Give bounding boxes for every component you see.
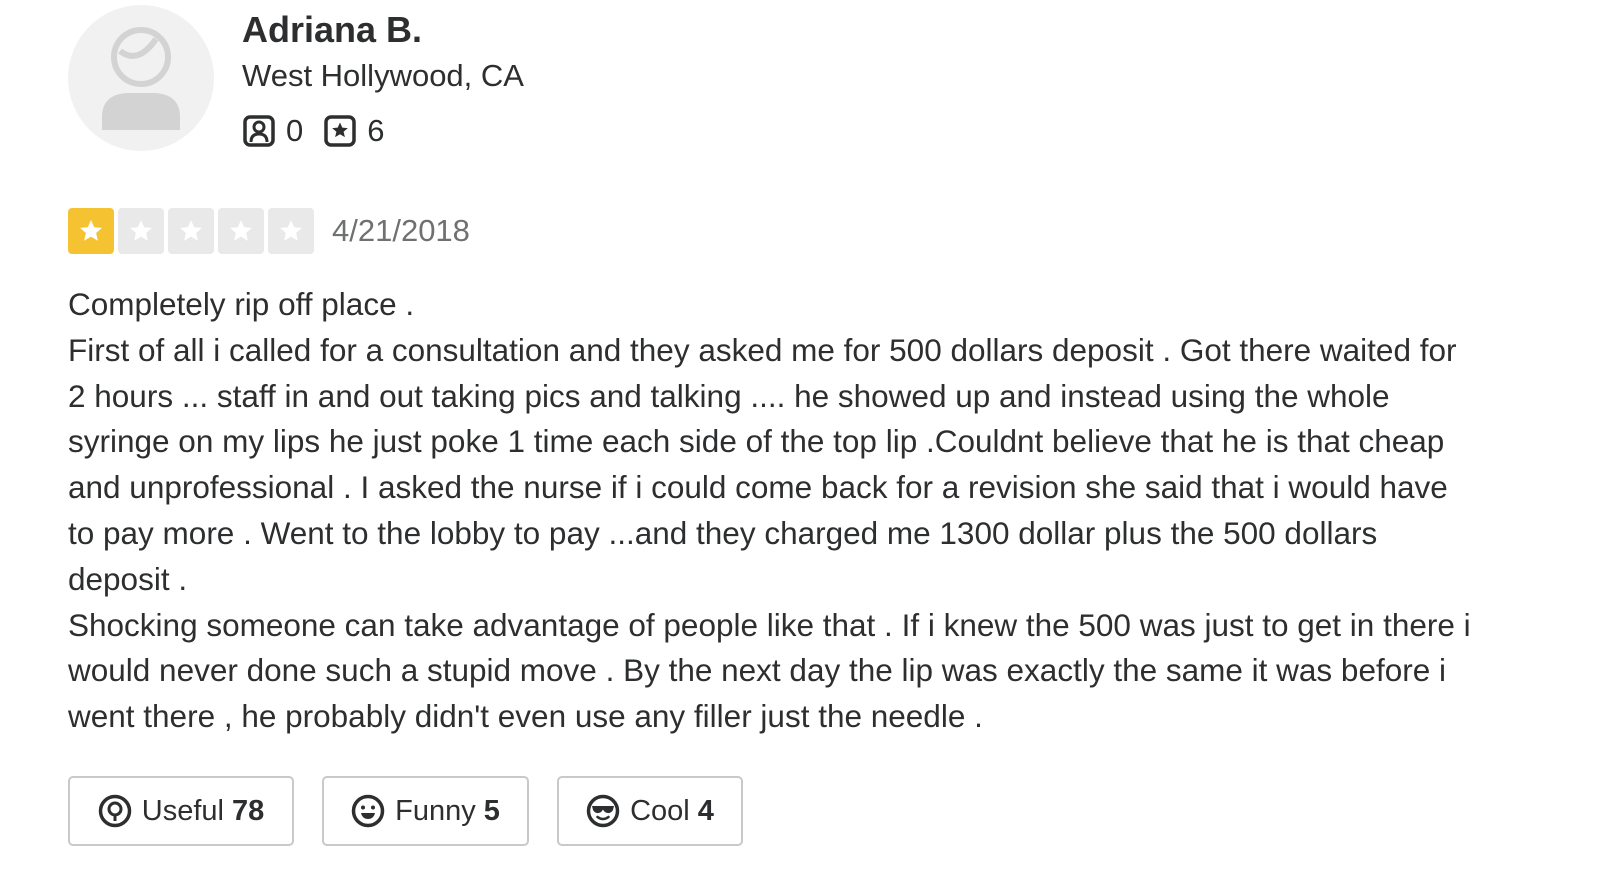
funny-label: Funny (395, 794, 476, 827)
star-2 (118, 208, 164, 254)
star-5 (268, 208, 314, 254)
review-line: to pay more . Went to the lobby to pay .… (68, 514, 1378, 551)
star-icon (180, 220, 202, 241)
reviews-stat: 6 (323, 113, 385, 149)
star-icon (130, 220, 152, 241)
review-line: First of all i called for a consultation… (68, 331, 1457, 368)
star-4 (218, 208, 264, 254)
friends-icon (243, 115, 275, 147)
user-name[interactable]: Adriana B. (242, 8, 422, 52)
review-line: Completely rip off place . (68, 286, 415, 322)
star-1 (68, 208, 114, 254)
reaction-buttons: Useful 78 Funny 5 Cool 4 (68, 776, 771, 846)
user-location: West Hollywood, CA (242, 58, 524, 93)
review-date: 4/21/2018 (332, 213, 470, 248)
star-icon (280, 220, 302, 241)
review-line: syringe on my lips he just poke 1 time e… (68, 423, 1445, 460)
friends-count: 0 (286, 113, 304, 148)
rating-row: 4/21/2018 (68, 208, 470, 254)
star-3 (168, 208, 214, 254)
reviews-count: 6 (367, 113, 385, 148)
funny-button[interactable]: Funny 5 (322, 776, 529, 846)
useful-count: 78 (231, 794, 265, 827)
user-stats: 0 6 (242, 112, 405, 150)
review-line: and unprofessional . I asked the nurse i… (68, 469, 1448, 506)
useful-label: Useful (141, 794, 224, 827)
review-line: deposit . (68, 560, 188, 597)
review-line: 2 hours ... staff in and out taking pics… (68, 377, 1390, 414)
review-line: went there , he probably didn't even use… (68, 698, 983, 735)
reviews-icon (324, 115, 356, 147)
review-line: would never done such a stupid move . By… (68, 652, 1446, 689)
useful-button[interactable]: Useful 78 (68, 776, 294, 846)
smile-icon (351, 794, 385, 828)
funny-count: 5 (483, 794, 500, 827)
default-user-avatar-icon (102, 27, 180, 130)
avatar[interactable] (68, 5, 214, 151)
cool-label: Cool (630, 794, 690, 827)
review-text: Completely rip off place . First of all … (68, 282, 1578, 740)
lightbulb-icon (98, 794, 132, 828)
star-icon (80, 220, 102, 241)
friends-stat: 0 (242, 113, 303, 149)
cool-count: 4 (697, 794, 714, 827)
review-line: Shocking someone can take advantage of p… (68, 606, 1471, 643)
cool-button[interactable]: Cool 4 (557, 776, 743, 846)
sunglasses-icon (586, 794, 620, 828)
star-icon (230, 220, 252, 241)
